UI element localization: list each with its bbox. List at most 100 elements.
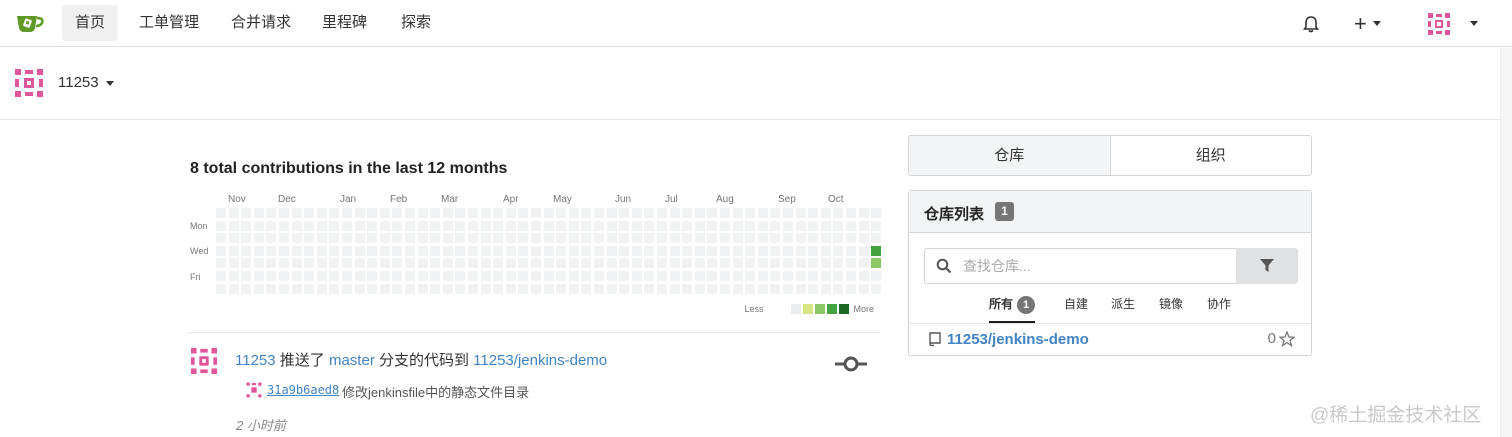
avatar-icon (1426, 10, 1452, 37)
heatmap-cell (568, 220, 579, 231)
filter-tab-forks[interactable]: 派生 (1111, 293, 1135, 323)
nav-pull-requests[interactable]: 合并请求 (218, 5, 304, 41)
heatmap-cell (795, 258, 806, 269)
feed-repo-link[interactable]: 11253/jenkins-demo (473, 352, 607, 369)
heatmap-cell (266, 258, 277, 269)
heatmap-cell (669, 258, 680, 269)
heatmap-cell (253, 233, 264, 244)
repo-link[interactable]: 11253/jenkins-demo (947, 331, 1089, 348)
heatmap-cell (279, 283, 289, 294)
heatmap-cell (568, 283, 579, 294)
page-scrollbar[interactable] (1500, 48, 1512, 437)
month-label: May (553, 194, 572, 205)
tab-organizations[interactable]: 组织 (1111, 136, 1312, 175)
nav-milestones[interactable]: 里程碑 (309, 5, 380, 41)
heatmap-cell (619, 271, 630, 281)
heatmap-cell (732, 233, 743, 244)
heatmap-cell (745, 245, 756, 256)
nav-issues[interactable]: 工单管理 (126, 5, 212, 41)
repo-stars: 0 (1268, 330, 1295, 347)
heatmap-cell (291, 258, 302, 269)
heatmap-cell (594, 220, 604, 231)
tab-repositories[interactable]: 仓库 (909, 136, 1111, 175)
nav-home[interactable]: 首页 (62, 5, 119, 41)
heatmap-cell (304, 271, 315, 281)
heatmap-cell (871, 220, 882, 231)
user-menu-button[interactable] (1426, 0, 1478, 47)
heatmap-cell (342, 245, 352, 256)
heatmap-cell (228, 258, 239, 269)
heatmap-cell (253, 220, 264, 231)
avatar-icon[interactable] (14, 68, 44, 98)
heatmap-cell (820, 271, 831, 281)
heatmap-cell (631, 271, 642, 281)
heatmap-cell (757, 208, 768, 218)
heatmap-cell (518, 245, 529, 256)
heatmap-cell (682, 233, 693, 244)
feed-branch-link[interactable]: master (329, 352, 375, 369)
notifications-button[interactable] (1302, 0, 1320, 47)
heatmap-cell (342, 283, 352, 294)
heatmap-cell (531, 283, 541, 294)
commit-sha-link[interactable]: 31a9b6aed8 (267, 383, 339, 397)
filter-button[interactable] (1236, 248, 1298, 284)
repo-search-input[interactable] (924, 248, 1236, 284)
heatmap-cell (619, 208, 630, 218)
month-label: Jul (665, 194, 678, 205)
heatmap-cell (594, 283, 604, 294)
divider (188, 332, 880, 333)
heatmap-cell (354, 245, 365, 256)
heatmap-cell (720, 245, 730, 256)
gitea-logo-icon[interactable] (15, 10, 45, 34)
heatmap-cell (417, 283, 428, 294)
heatmap-cell (442, 258, 453, 269)
filter-tab-mirrors[interactable]: 镜像 (1159, 293, 1183, 323)
heatmap-cell (216, 258, 226, 269)
heatmap-cell (468, 271, 478, 281)
heatmap-cell (795, 233, 806, 244)
heatmap-cell (707, 208, 718, 218)
heatmap-cell (606, 208, 617, 218)
context-user-name[interactable]: 11253 (58, 74, 99, 91)
heatmap-cell (581, 220, 592, 231)
heatmap-cell (556, 233, 567, 244)
filter-tab-sources[interactable]: 自建 (1064, 293, 1088, 323)
chevron-down-icon (1470, 21, 1478, 26)
filter-tab-collaborative[interactable]: 协作 (1207, 293, 1231, 323)
filter-tab-all[interactable]: 所有 1 (989, 293, 1036, 323)
repo-list-header: 仓库列表 1 (909, 191, 1311, 233)
heatmap-cell (405, 220, 415, 231)
heatmap-cell (669, 233, 680, 244)
heatmap-cell (329, 208, 340, 218)
heatmap-cell (417, 233, 428, 244)
heatmap-cell (405, 283, 415, 294)
heatmap-cell (858, 258, 869, 269)
heatmap-cell (657, 271, 667, 281)
heatmap-cell (568, 233, 579, 244)
heatmap-cell (279, 258, 289, 269)
heatmap-cell (644, 258, 655, 269)
heatmap-cell (657, 220, 667, 231)
heatmap-cell (619, 245, 630, 256)
heatmap-cell (783, 271, 793, 281)
feed-actor-link[interactable]: 11253 (235, 352, 276, 369)
chevron-down-icon[interactable] (106, 81, 114, 86)
avatar-icon[interactable] (190, 347, 218, 375)
heatmap-cell (480, 271, 491, 281)
heatmap-cell (619, 283, 630, 294)
heatmap-cell (694, 283, 705, 294)
heatmap-cell (455, 208, 466, 218)
search-icon (936, 258, 952, 274)
heatmap-cell (480, 220, 491, 231)
heatmap-cell (354, 258, 365, 269)
heatmap-cell (266, 208, 277, 218)
heatmap-cell (682, 208, 693, 218)
heatmap-cell (707, 258, 718, 269)
create-new-button[interactable]: + (1354, 0, 1381, 47)
legend-less-label: Less (744, 304, 764, 314)
nav-explore[interactable]: 探索 (388, 5, 444, 41)
heatmap-cell (442, 271, 453, 281)
heatmap-cell (354, 271, 365, 281)
heatmap-cell (846, 271, 856, 281)
heatmap-cell (871, 208, 882, 218)
